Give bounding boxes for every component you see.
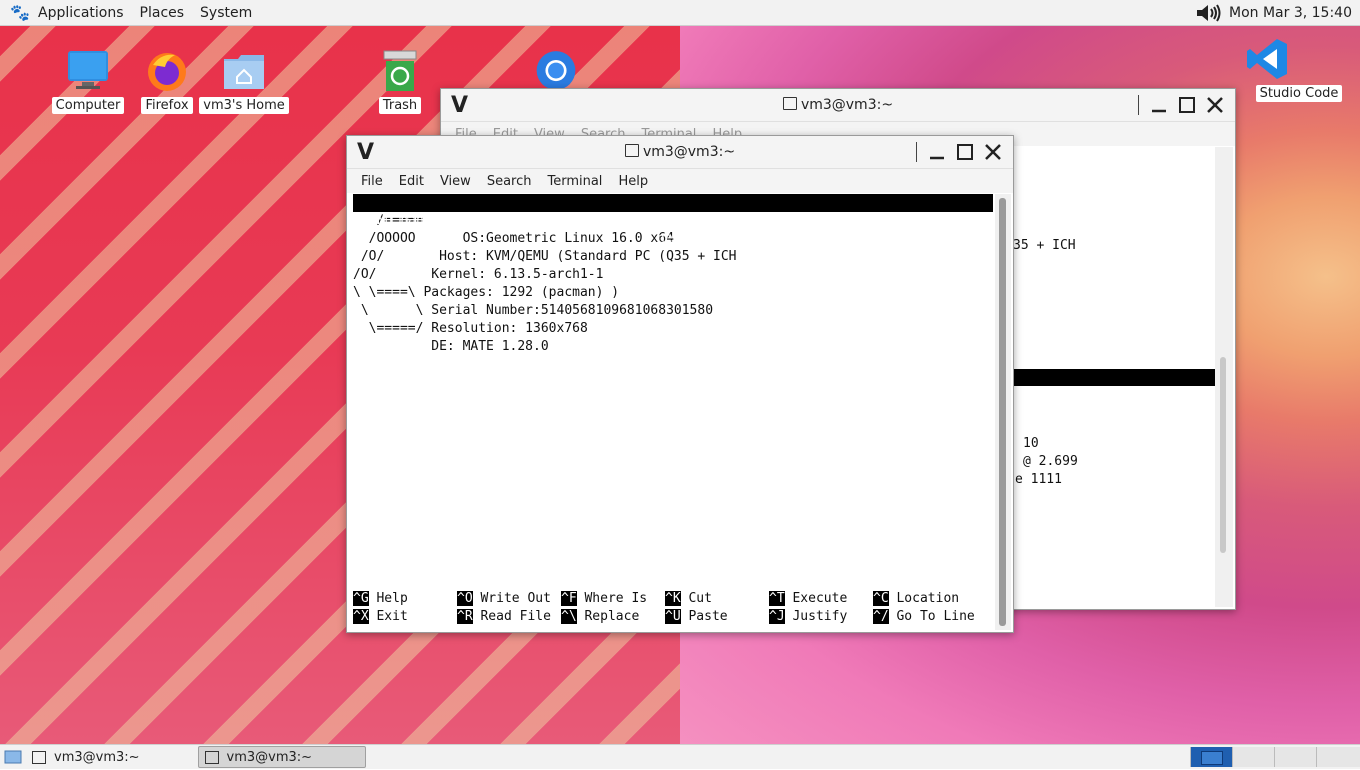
minimize-button[interactable] — [923, 138, 951, 166]
foot-logo-icon[interactable]: 🐾 — [10, 3, 30, 22]
desktop-icon-label: Trash — [378, 97, 422, 114]
menu-view[interactable]: View — [432, 174, 479, 189]
terminal-content-back[interactable]: 35 + ICH 10 @ 2.699 e 1111 — [1013, 147, 1215, 587]
desktop-icon-chromium[interactable] — [511, 45, 601, 93]
taskbar-item-terminal-active[interactable]: vm3@vm3:~ — [197, 746, 366, 768]
terminal-content-front[interactable]: GNU nano 8.3 neofetch Modified /===== /O… — [353, 194, 993, 628]
titlebar[interactable]: V vm3@vm3:~ — [441, 89, 1235, 122]
nano-title-bar: GNU nano 8.3 neofetch Modified — [353, 194, 993, 264]
desktop-icon-label: Studio Code — [1255, 85, 1343, 102]
maximize-button[interactable] — [1173, 91, 1201, 119]
menu-places[interactable]: Places — [132, 5, 193, 21]
shortcut-location: ^C Location — [873, 591, 960, 606]
window-title: vm3@vm3:~ — [347, 144, 1013, 160]
scrollbar[interactable] — [995, 194, 1011, 630]
chromium-icon — [534, 45, 578, 89]
workspace-4[interactable] — [1316, 747, 1360, 767]
volume-icon[interactable] — [1195, 3, 1223, 23]
terminal-icon — [782, 97, 797, 110]
window-menu-icon[interactable]: V — [357, 140, 387, 165]
menu-help[interactable]: Help — [610, 174, 656, 189]
shortcut-help: ^G Help — [353, 591, 408, 606]
editor-line: \ \ Serial Number:5140568109681068301580 — [353, 303, 714, 318]
taskbar-item-terminal[interactable]: vm3@vm3:~ — [26, 747, 146, 767]
firefox-icon — [145, 49, 189, 93]
editor-line: DE: MATE 1.28.0 — [353, 339, 549, 354]
terminal-text: 10 — [1023, 436, 1039, 451]
workspace-3[interactable] — [1274, 747, 1317, 767]
menu-terminal[interactable]: Terminal — [539, 174, 610, 189]
maximize-button[interactable] — [951, 138, 979, 166]
workspace-1[interactable] — [1190, 747, 1233, 767]
desktop: Computer Firefox vm3's Home Trash Studio… — [0, 25, 1360, 744]
vscode-icon — [1245, 37, 1289, 81]
terminal-icon — [32, 750, 46, 764]
nano-status: Modified — [914, 249, 977, 264]
shortcut-paste: ^U Paste — [665, 609, 728, 624]
editor-line: \ \====\ Packages: 1292 (pacman) ) — [353, 285, 620, 300]
shortcut-write-out: ^O Write Out — [457, 591, 551, 606]
shortcut-execute: ^T Execute — [769, 591, 848, 606]
desktop-icon-label: Firefox — [141, 97, 193, 114]
desktop-icon-label: Computer — [51, 97, 125, 114]
top-panel: 🐾 Applications Places System Mon Mar 3, … — [0, 0, 1360, 26]
panel-tray: Mon Mar 3, 15:40 — [1195, 3, 1360, 23]
nano-version: GNU nano 8.3 — [369, 213, 463, 228]
nano-filename: neofetch — [657, 231, 720, 246]
shortcut-replace: ^\ Replace — [561, 609, 640, 624]
bottom-panel: vm3@vm3:~ vm3@vm3:~ — [0, 744, 1360, 769]
computer-icon — [66, 49, 110, 93]
desktop-icon-label: vm3's Home — [199, 97, 289, 114]
menu-search[interactable]: Search — [479, 174, 540, 189]
titlebar[interactable]: V vm3@vm3:~ — [347, 136, 1013, 169]
terminal-icon — [624, 144, 639, 157]
close-button[interactable] — [1201, 91, 1229, 119]
close-button[interactable] — [979, 138, 1007, 166]
menubar: File Edit View Search Terminal Help — [347, 169, 1013, 193]
desktop-icon-trash[interactable]: Trash — [355, 49, 445, 114]
home-folder-icon — [222, 49, 266, 93]
desktop-icon-home[interactable]: vm3's Home — [199, 49, 289, 114]
trash-icon — [378, 49, 422, 93]
minimize-button[interactable] — [1145, 91, 1173, 119]
terminal-window-front[interactable]: V vm3@vm3:~ File Edit View Search Termin… — [346, 135, 1014, 633]
nano-title-bar — [1013, 369, 1215, 386]
show-desktop-icon[interactable] — [4, 748, 22, 766]
terminal-text: 35 + ICH — [1013, 238, 1076, 253]
terminal-text: e 1111 — [1015, 472, 1062, 487]
editor-line: /O/ Kernel: 6.13.5-arch1-1 — [353, 267, 604, 282]
shortcut-read-file: ^R Read File — [457, 609, 551, 624]
window-title: vm3@vm3:~ — [441, 97, 1235, 113]
shortcut-exit: ^X Exit — [353, 609, 408, 624]
clock[interactable]: Mon Mar 3, 15:40 — [1229, 5, 1352, 21]
menu-applications[interactable]: Applications — [30, 5, 132, 21]
scrollbar-thumb[interactable] — [1220, 357, 1226, 553]
shortcut-go-to-line: ^/ Go To Line — [873, 609, 975, 624]
menu-edit[interactable]: Edit — [391, 174, 432, 189]
shortcut-where-is: ^F Where Is — [561, 591, 648, 606]
shortcut-justify: ^J Justify — [769, 609, 848, 624]
terminal-icon — [204, 750, 219, 764]
scrollbar-thumb[interactable] — [999, 198, 1006, 626]
editor-line: /O/ Host: KVM/QEMU (Standard PC (Q35 + I… — [353, 249, 737, 264]
window-menu-icon[interactable]: V — [451, 93, 481, 118]
menu-system[interactable]: System — [192, 5, 260, 21]
desktop-icon-computer[interactable]: Computer — [43, 49, 133, 114]
editor-line: \=====/ Resolution: 1360x768 — [353, 321, 588, 336]
scrollbar[interactable] — [1215, 147, 1233, 607]
terminal-text: @ 2.699 — [1023, 454, 1078, 469]
workspace-2[interactable] — [1232, 747, 1275, 767]
shortcut-cut: ^K Cut — [665, 591, 712, 606]
menu-file[interactable]: File — [353, 174, 391, 189]
